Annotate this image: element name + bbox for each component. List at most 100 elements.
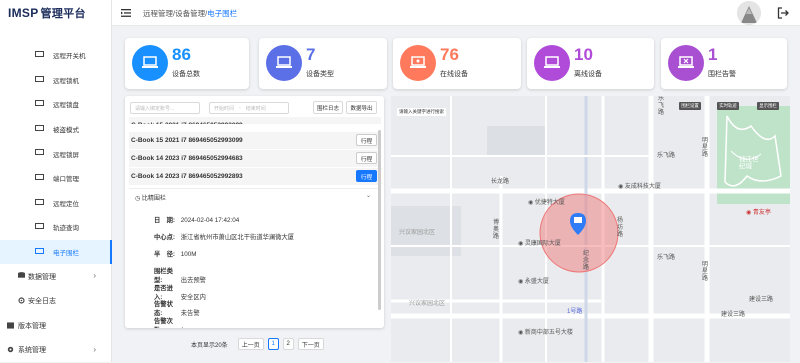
detail-key: 日 期: xyxy=(154,217,175,224)
map[interactable]: 请输入关键字进行搜索 围栏设置 实时轨迹 显示围栏 ◉ 优捷特大厦 ◉ 友成科技… xyxy=(391,96,790,362)
monitor-icon xyxy=(35,124,44,131)
stat-card-offline: 10 离线设备 xyxy=(527,38,654,89)
sidebar-item-power[interactable]: 远程开关机 xyxy=(0,43,112,68)
stat-value: 1 xyxy=(708,45,718,64)
detail-key: 中心点: xyxy=(154,234,175,241)
sidebar-item-label: 轨迹查询 xyxy=(53,225,79,233)
poi-icon: ◉ xyxy=(518,241,524,247)
sidebar-item-theft-mode[interactable]: 被盗模式 xyxy=(0,117,112,142)
sidebar-item-lock-machine[interactable]: 远程锁机 xyxy=(0,68,112,93)
monitor-icon xyxy=(35,247,44,254)
breadcrumb-current: 电子围栏 xyxy=(207,9,238,18)
road-label: 长龙路 xyxy=(491,179,510,185)
sidebar-group-log[interactable]: 安全日志 xyxy=(0,289,112,314)
pagination-summary: 本页显示20条 xyxy=(191,342,228,349)
trip-button[interactable]: 行程 xyxy=(356,170,377,182)
show-fence-button[interactable]: 显示围栏 xyxy=(757,102,779,110)
sidebar-group-data[interactable]: 数据管理 › xyxy=(0,264,112,289)
topbar: 远程管理/设备管理/电子围栏 xyxy=(112,0,800,26)
sidebar-item-lock-disk[interactable]: 远程锁盘 xyxy=(0,92,112,117)
start-date-placeholder: 开始时间 xyxy=(214,106,235,112)
logo-cn: 管理平台 xyxy=(40,8,86,20)
trip-button[interactable]: 行程 xyxy=(356,134,377,146)
detail-value: 1 xyxy=(181,327,185,328)
sidebar-group-system[interactable]: 系统管理 › xyxy=(0,338,112,363)
device-name: C-Book 15 2021 i7 869465052993099 xyxy=(131,122,243,124)
poi-label-text: 新商中部五号大楼 xyxy=(524,330,573,336)
road-label: 博奥路 xyxy=(493,220,500,240)
stat-label: 设备类型 xyxy=(306,71,334,78)
sidebar-item-locate[interactable]: 远程定位 xyxy=(0,191,112,216)
map-search-hint[interactable]: 请输入关键字进行搜索 xyxy=(397,108,446,116)
breadcrumb-path[interactable]: 远程管理/设备管理/ xyxy=(143,9,207,18)
map-canvas xyxy=(391,96,790,362)
sidebar-item-port[interactable]: 端口管理 xyxy=(0,166,112,191)
sidebar-group-version[interactable]: 版本管理 xyxy=(0,314,112,339)
stat-label: 离线设备 xyxy=(574,71,602,78)
next-page-button[interactable]: 下一页 xyxy=(297,338,324,350)
end-date-placeholder: 结束时间 xyxy=(245,106,266,112)
list-item[interactable]: C-Book 14 2023 i7 869465052994683 行程 xyxy=(129,150,381,167)
export-button[interactable]: 数据导出 xyxy=(346,101,377,114)
menu-fold-icon[interactable] xyxy=(121,9,131,17)
monitor-icon xyxy=(35,51,44,57)
road-label: 杨坊路 xyxy=(617,218,624,238)
clock-icon: ◷ xyxy=(135,196,141,202)
sidebar-item-label: 电子围栏 xyxy=(53,250,79,258)
sidebar-group-label: 数据管理 xyxy=(28,273,56,281)
detail-status: 告警状态: 未告警 xyxy=(154,299,200,317)
road-label: 明星路 xyxy=(702,138,709,158)
road-label: 1号路 xyxy=(567,309,583,315)
app-logo: IMSP 管理平台 xyxy=(0,0,111,26)
avatar-image xyxy=(737,1,761,25)
sidebar-item-label: 远程锁盘 xyxy=(53,102,79,110)
page-1-button[interactable]: 1 xyxy=(267,338,279,350)
stat-value: 10 xyxy=(574,45,593,64)
poi-label: ◉ 青友亭 xyxy=(746,207,771,216)
fence-detail-title: ◷ 比精围栏 xyxy=(135,193,166,202)
page-2-button[interactable]: 2 xyxy=(282,338,294,350)
detail-count: 告警次数: 1 xyxy=(154,316,184,328)
road-label: 纪念路 xyxy=(583,251,590,271)
list-item[interactable]: C-Book 15 2021 i7 869465052993099 xyxy=(129,117,381,124)
road-label: 乐飞路 xyxy=(658,96,665,116)
logout-icon[interactable] xyxy=(777,7,789,19)
poi-label-text: 优捷特大厦 xyxy=(534,200,565,206)
fence-detail: ◷ 比精围栏 ⌄ 日 期: 2024-02-04 17:42:04 中心点: 浙… xyxy=(129,188,381,328)
fence-log-button[interactable]: 围栏日志 xyxy=(313,101,343,114)
search-input[interactable]: 请输入绑定账号... xyxy=(130,102,200,114)
chevron-down-icon[interactable]: ⌄ xyxy=(366,192,371,199)
sidebar: IMSP 管理平台 远程开关机 远程锁机 远程锁盘 被盗模式 远程锁屏 端口管理… xyxy=(0,0,112,362)
realtime-track-button[interactable]: 实时轨迹 xyxy=(717,102,739,110)
poi-label-text: 永盛大厦 xyxy=(524,279,549,285)
date-range-input[interactable]: 开始时间 - 结束时间 xyxy=(209,102,289,114)
sidebar-item-track[interactable]: 轨迹查询 xyxy=(0,215,112,240)
road-label: 明星路 xyxy=(702,262,709,282)
scrollbar[interactable] xyxy=(378,130,381,310)
chevron-right-icon: › xyxy=(93,345,96,355)
detail-center: 中心点: 浙江省杭州市萧山区北干街道华澜微大厦 xyxy=(154,232,294,241)
list-item[interactable]: C-Book 14 2023 i7 869465052992893 行程 xyxy=(129,168,381,185)
chevron-right-icon: › xyxy=(93,271,96,281)
fence-settings-button[interactable]: 围栏设置 xyxy=(679,102,701,110)
road-label: 建设三路 xyxy=(721,312,746,318)
stat-value: 86 xyxy=(172,45,191,64)
list-item[interactable]: C-Book 15 2021 i7 869465052993099 行程 xyxy=(129,132,381,149)
poi-icon: ◉ xyxy=(528,200,534,206)
sidebar-item-fence[interactable]: 电子围栏 xyxy=(0,239,112,265)
prev-page-button[interactable]: 上一页 xyxy=(237,338,264,350)
stat-card-online: 76 在线设备 xyxy=(393,38,521,89)
poi-icon: ◉ xyxy=(518,330,524,336)
laptop-icon xyxy=(266,45,302,81)
device-name: C-Book 15 2021 i7 869465052993099 xyxy=(131,137,243,144)
poi-label-text: 灵康国际大厦 xyxy=(524,241,561,247)
sidebar-item-label: 远程定位 xyxy=(53,200,79,208)
stat-label: 设备总数 xyxy=(172,71,200,78)
poi-label-text: 青友亭 xyxy=(752,210,771,216)
avatar[interactable] xyxy=(737,1,761,25)
sidebar-item-lock-screen[interactable]: 远程锁屏 xyxy=(0,141,112,166)
breadcrumb: 远程管理/设备管理/电子围栏 xyxy=(143,8,237,19)
sidebar-item-label: 远程锁屏 xyxy=(53,151,79,159)
trip-button[interactable]: 行程 xyxy=(356,152,377,164)
detail-date: 日 期: 2024-02-04 17:42:04 xyxy=(154,215,239,224)
